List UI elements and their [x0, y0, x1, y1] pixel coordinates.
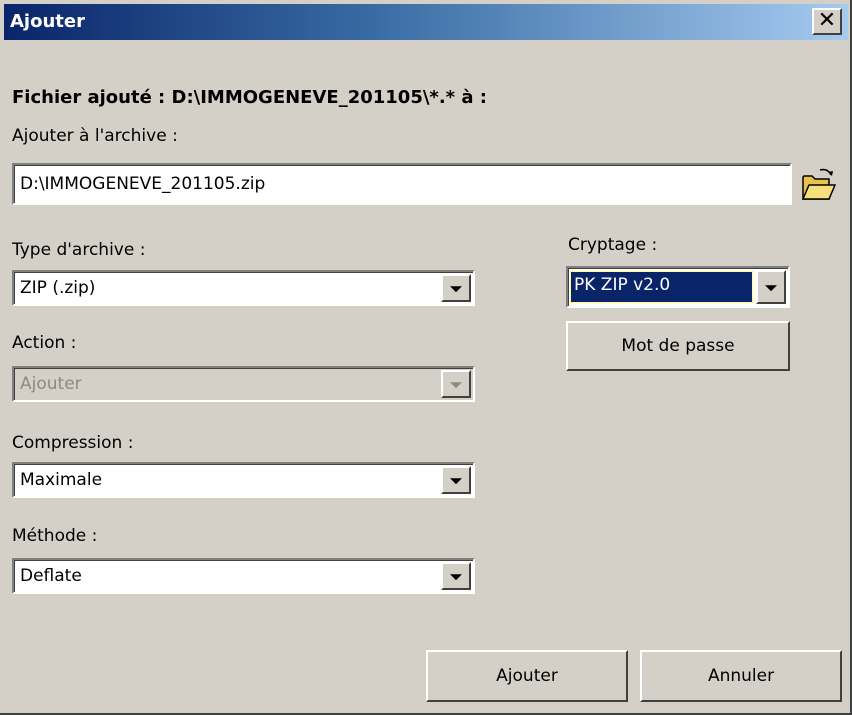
add-dialog: Ajouter ✕ Fichier ajouté : D:\IMMOGENEVE… — [0, 0, 852, 715]
compression-select[interactable]: Maximale — [12, 462, 475, 498]
close-button[interactable]: ✕ — [812, 8, 842, 35]
archive-type-value: ZIP (.zip) — [20, 278, 96, 298]
archive-type-select[interactable]: ZIP (.zip) — [12, 270, 475, 306]
password-button-label: Mot de passe — [621, 336, 735, 356]
cancel-button[interactable]: Annuler — [640, 650, 842, 702]
archive-label: Ajouter à l'archive : — [12, 126, 178, 146]
compression-value: Maximale — [20, 470, 103, 490]
chevron-down-icon[interactable] — [441, 370, 471, 398]
method-label: Méthode : — [12, 526, 98, 546]
chevron-down-icon[interactable] — [756, 270, 786, 304]
title-bar[interactable]: Ajouter ✕ — [4, 4, 848, 40]
action-select[interactable]: Ajouter — [12, 366, 475, 402]
add-button[interactable]: Ajouter — [426, 650, 628, 702]
chevron-down-icon[interactable] — [441, 466, 471, 494]
encryption-value: PK ZIP v2.0 — [570, 271, 753, 303]
close-icon: ✕ — [817, 8, 837, 33]
method-select[interactable]: Deflate — [12, 558, 475, 594]
action-value: Ajouter — [20, 374, 82, 394]
encryption-label: Cryptage : — [568, 235, 658, 255]
window-title: Ajouter — [10, 11, 85, 32]
compression-label: Compression : — [12, 433, 134, 453]
chevron-down-icon[interactable] — [441, 274, 471, 302]
password-button[interactable]: Mot de passe — [566, 321, 790, 371]
chevron-down-icon[interactable] — [441, 562, 471, 590]
cancel-button-label: Annuler — [707, 666, 775, 686]
archive-type-label: Type d'archive : — [12, 240, 146, 260]
folder-open-icon — [801, 168, 837, 200]
method-value: Deflate — [20, 566, 82, 586]
file-added-label: Fichier ajouté : D:\IMMOGENEVE_201105\*.… — [12, 87, 487, 108]
browse-folder-button[interactable] — [798, 165, 838, 205]
action-label: Action : — [12, 333, 77, 353]
archive-path-value: D:\IMMOGENEVE_201105.zip — [20, 174, 266, 194]
encryption-select[interactable]: PK ZIP v2.0 — [566, 266, 790, 308]
archive-path-input[interactable]: D:\IMMOGENEVE_201105.zip — [12, 163, 792, 205]
add-button-label: Ajouter — [496, 666, 558, 686]
